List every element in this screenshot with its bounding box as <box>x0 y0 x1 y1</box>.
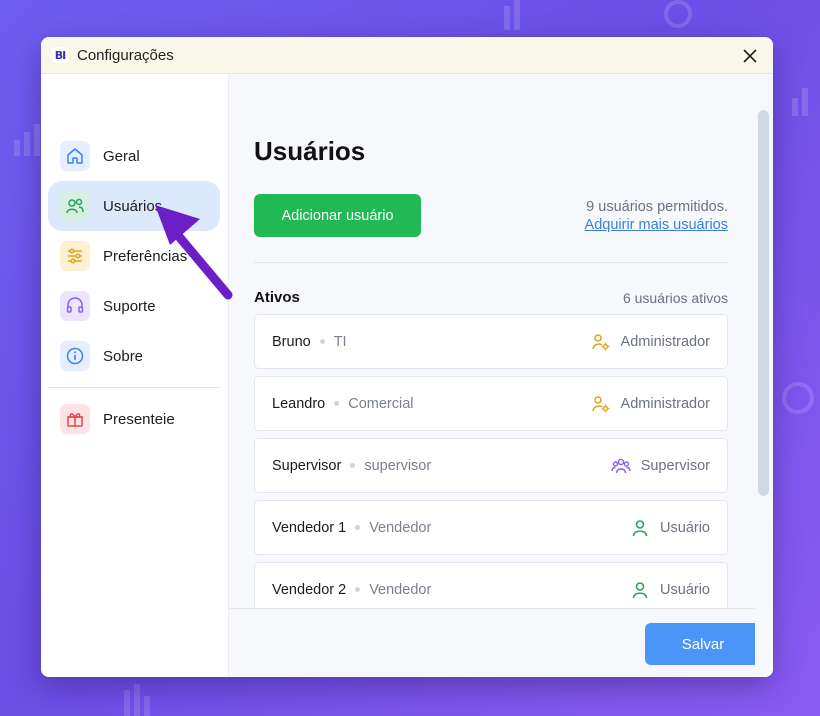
save-button[interactable]: Salvar <box>645 623 761 665</box>
home-icon <box>60 141 90 171</box>
close-button[interactable] <box>735 41 765 71</box>
page-title: Usuários <box>254 136 366 166</box>
sidebar-item-label: Geral <box>103 147 140 165</box>
pie-icon <box>782 382 814 414</box>
sidebar-item-geral[interactable]: Geral <box>48 131 220 181</box>
user-name: Leandro <box>272 395 326 412</box>
user-role-label: Administrador <box>620 395 710 412</box>
user-gear-icon <box>591 394 611 414</box>
user-name: Bruno <box>272 333 311 350</box>
user-row[interactable]: Vendedor 2 Vendedor Usuário <box>254 562 728 608</box>
section-title: Ativos <box>254 289 300 306</box>
sidebar-item-label: Presenteie <box>103 410 175 428</box>
user-role-label: Administrador <box>620 333 710 350</box>
user-department: Vendedor <box>369 519 432 536</box>
close-icon <box>743 49 757 63</box>
sidebar-item-sobre[interactable]: Sobre <box>48 331 220 381</box>
chart-icon <box>792 88 808 116</box>
active-users-count: 6 usuários ativos <box>622 290 728 306</box>
scrollbar[interactable] <box>755 74 773 677</box>
user-row[interactable]: Bruno TI Administrador <box>254 314 728 369</box>
user-role: Usuário <box>630 580 710 600</box>
user-name: Vendedor 1 <box>272 519 347 536</box>
section-divider <box>254 262 728 263</box>
user-icon <box>630 518 650 538</box>
settings-window: BI Configurações Geral Usuários Preferên… <box>41 37 773 677</box>
user-row[interactable]: Vendedor 1 Vendedor Usuário <box>254 500 728 555</box>
headset-icon <box>60 291 90 321</box>
sidebar: Geral Usuários Preferências Suporte Sobr… <box>41 74 229 677</box>
title-bar: BI Configurações <box>41 37 773 74</box>
app-logo: BI <box>52 47 68 63</box>
users-icon <box>60 191 90 221</box>
chart-icon <box>124 684 150 716</box>
user-department: supervisor <box>364 457 432 474</box>
user-row[interactable]: Supervisor supervisor Supervisor <box>254 438 728 493</box>
add-user-button[interactable]: Adicionar usuário <box>254 194 421 237</box>
buy-more-users-link[interactable]: Adquirir mais usuários <box>585 217 728 233</box>
user-role: Usuário <box>630 518 710 538</box>
pie-icon <box>664 0 692 28</box>
user-role-label: Supervisor <box>640 457 710 474</box>
separator-dot <box>355 525 361 530</box>
user-role: Administrador <box>591 332 710 352</box>
pointer-arrow-icon <box>155 205 233 300</box>
main-content: Usuários Adicionar usuário 9 usuários pe… <box>229 74 755 608</box>
window-title: Configurações <box>77 46 174 64</box>
scrollbar-thumb[interactable] <box>758 110 769 496</box>
separator-dot <box>350 463 356 468</box>
footer-bar: Salvar <box>229 608 761 677</box>
main-panel: Usuários Adicionar usuário 9 usuários pe… <box>229 74 773 677</box>
user-department: TI <box>333 333 347 350</box>
user-name: Vendedor 2 <box>272 581 347 598</box>
user-role: Supervisor <box>610 456 710 476</box>
user-row[interactable]: Leandro Comercial Administrador <box>254 376 728 431</box>
sidebar-divider <box>48 387 220 388</box>
user-department: Comercial <box>348 395 414 412</box>
user-role: Administrador <box>591 394 710 414</box>
sidebar-item-label: Suporte <box>103 297 156 315</box>
user-role-label: Usuário <box>660 581 710 598</box>
separator-dot <box>319 339 325 344</box>
allowed-users-text: 9 usuários permitidos. <box>586 199 728 215</box>
info-icon <box>60 341 90 371</box>
separator-dot <box>334 401 340 406</box>
gift-icon <box>60 404 90 434</box>
sidebar-item-presenteie[interactable]: Presenteie <box>48 394 220 444</box>
separator-dot <box>355 587 361 592</box>
user-icon <box>630 580 650 600</box>
user-role-label: Usuário <box>660 519 710 536</box>
sliders-icon <box>60 241 90 271</box>
chart-icon <box>504 0 520 30</box>
user-gear-icon <box>591 332 611 352</box>
sidebar-item-label: Sobre <box>103 347 144 365</box>
users-group-icon <box>610 456 631 476</box>
user-department: Vendedor <box>369 581 432 598</box>
user-name: Supervisor <box>272 457 342 474</box>
